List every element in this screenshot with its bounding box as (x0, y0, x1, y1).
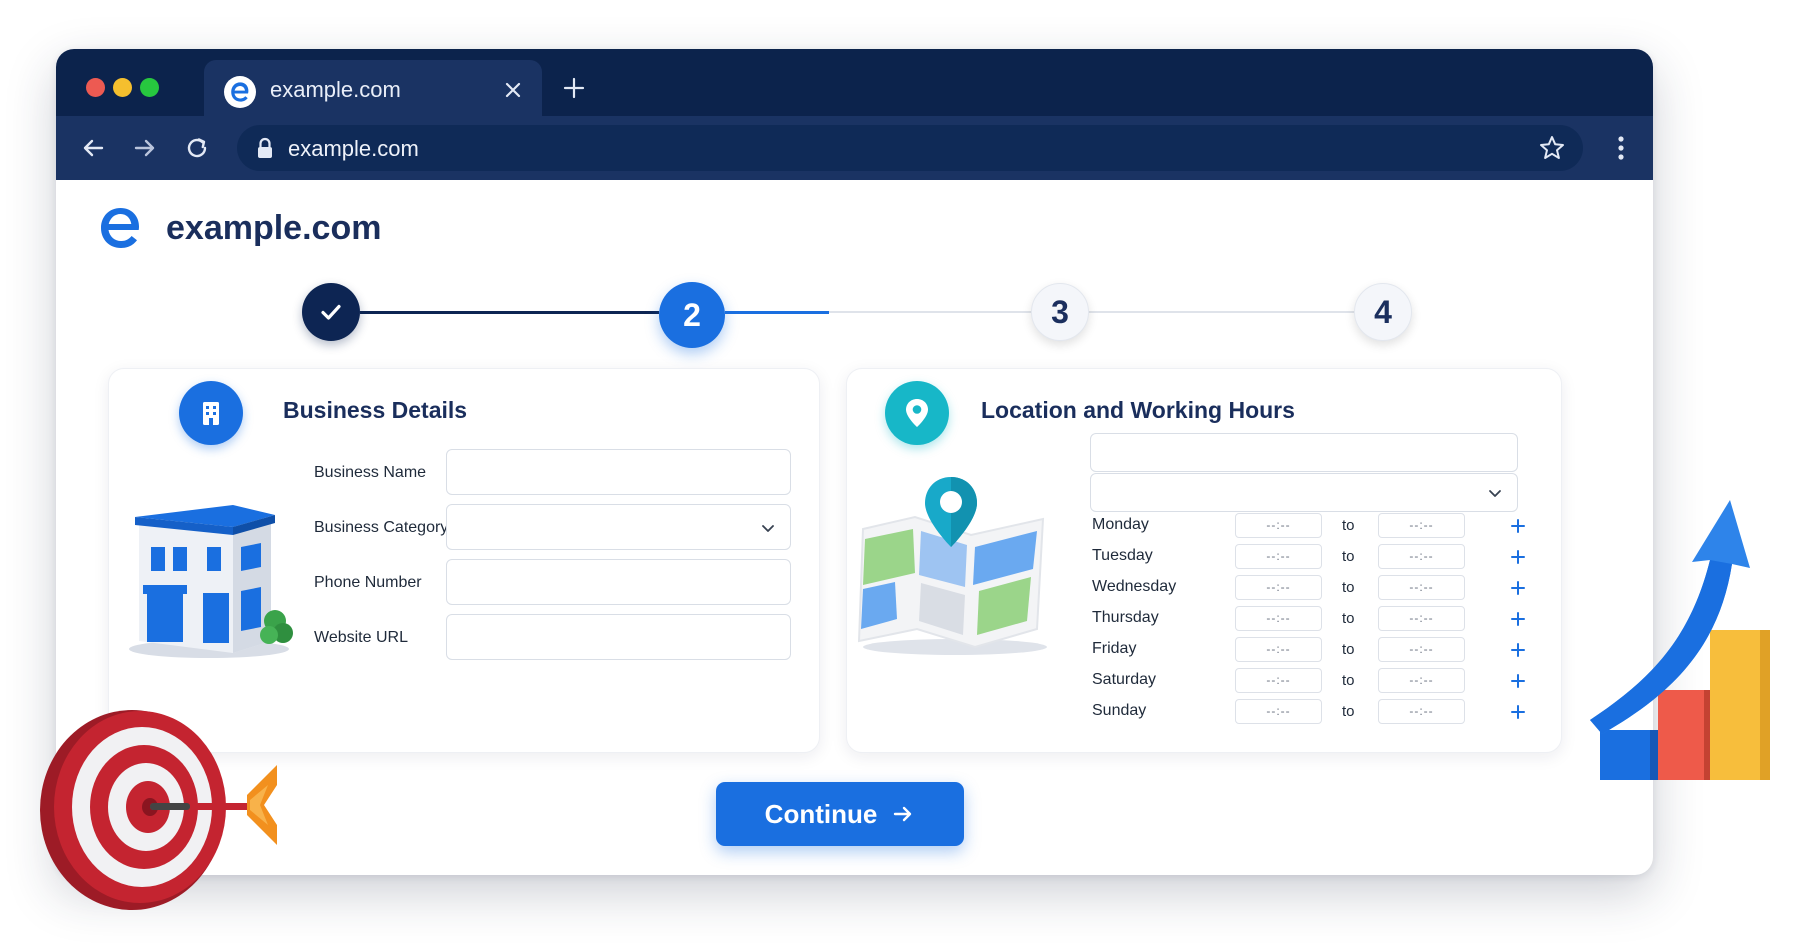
close-time-input[interactable]: --:-- (1378, 606, 1465, 631)
add-hours-icon[interactable] (1511, 674, 1525, 688)
add-hours-icon[interactable] (1511, 705, 1525, 719)
to-label: to (1342, 579, 1355, 596)
step-connector-completed (360, 311, 659, 314)
to-label: to (1342, 610, 1355, 627)
to-label: to (1342, 672, 1355, 689)
open-time-input[interactable]: --:-- (1235, 513, 1322, 538)
lock-icon (258, 137, 272, 158)
close-window-button[interactable] (86, 78, 105, 97)
chevron-down-icon (1489, 490, 1501, 497)
day-label: Saturday (1092, 671, 1157, 688)
favicon-icon (224, 76, 256, 108)
day-label: Tuesday (1092, 547, 1153, 564)
target-dart-icon (40, 710, 277, 910)
close-tab-icon[interactable] (498, 75, 528, 105)
checkmark-icon (321, 304, 341, 320)
step-1-completed[interactable] (302, 283, 360, 341)
close-time-input[interactable]: --:-- (1378, 637, 1465, 662)
add-hours-icon[interactable] (1511, 612, 1525, 626)
location-pin-icon (885, 381, 949, 445)
continue-button[interactable]: Continue (716, 782, 964, 846)
day-label: Thursday (1092, 609, 1159, 626)
site-name: example.com (166, 209, 382, 247)
step-3[interactable]: 3 (1031, 283, 1089, 341)
business-category-label: Business Category (314, 519, 449, 536)
reload-icon[interactable] (182, 133, 212, 163)
open-time-input[interactable]: --:-- (1235, 699, 1322, 724)
close-time-input[interactable]: --:-- (1378, 513, 1465, 538)
add-hours-icon[interactable] (1511, 519, 1525, 533)
tab-title: example.com (270, 77, 401, 102)
forward-arrow-icon[interactable] (130, 133, 160, 163)
phone-number-label: Phone Number (314, 574, 422, 591)
growth-chart-icon (1590, 500, 1770, 780)
to-label: to (1342, 703, 1355, 720)
open-time-input[interactable]: --:-- (1235, 544, 1322, 569)
to-label: to (1342, 641, 1355, 658)
day-label: Sunday (1092, 702, 1147, 719)
url-text: example.com (288, 136, 419, 161)
step-connector-pending (829, 311, 1031, 313)
browser-menu-icon[interactable] (1617, 133, 1625, 163)
close-time-input[interactable]: --:-- (1378, 699, 1465, 724)
browser-tab[interactable]: example.com (204, 60, 542, 120)
close-time-input[interactable]: --:-- (1378, 544, 1465, 569)
close-time-input[interactable]: --:-- (1378, 668, 1465, 693)
business-category-select[interactable] (446, 504, 791, 550)
phone-number-input[interactable] (446, 559, 791, 605)
add-hours-icon[interactable] (1511, 581, 1525, 595)
step-4[interactable]: 4 (1354, 283, 1412, 341)
bookmark-star-icon[interactable] (1537, 133, 1567, 163)
add-hours-icon[interactable] (1511, 643, 1525, 657)
address-input[interactable] (1090, 433, 1518, 472)
step-connector-progress (725, 311, 829, 314)
business-name-input[interactable] (446, 449, 791, 495)
site-logo-icon (101, 208, 140, 248)
day-label: Monday (1092, 516, 1149, 533)
chevron-down-icon (762, 525, 774, 532)
website-url-label: Website URL (314, 629, 408, 646)
website-url-input[interactable] (446, 614, 791, 660)
arrow-right-icon (894, 806, 912, 822)
business-details-panel: Business Details Business Name Business … (108, 368, 820, 753)
building-illustration-icon (129, 505, 293, 658)
to-label: to (1342, 517, 1355, 534)
to-label: to (1342, 548, 1355, 565)
day-label: Wednesday (1092, 578, 1177, 595)
new-tab-icon[interactable] (559, 73, 589, 103)
step-connector-pending (1089, 311, 1354, 313)
close-time-input[interactable]: --:-- (1378, 575, 1465, 600)
browser-window: example.com example.com example.com 2 3 … (56, 49, 1653, 875)
location-hours-title: Location and Working Hours (981, 397, 1295, 423)
minimize-window-button[interactable] (113, 78, 132, 97)
step-2-active[interactable]: 2 (659, 282, 725, 348)
business-name-label: Business Name (314, 464, 427, 481)
browser-toolbar: example.com (56, 116, 1653, 180)
maximize-window-button[interactable] (140, 78, 159, 97)
add-hours-icon[interactable] (1511, 550, 1525, 564)
location-dropdown[interactable] (1090, 473, 1518, 512)
building-icon (179, 381, 243, 445)
open-time-input[interactable]: --:-- (1235, 606, 1322, 631)
back-arrow-icon[interactable] (78, 133, 108, 163)
address-bar[interactable]: example.com (237, 125, 1583, 171)
map-illustration-icon (857, 477, 1047, 655)
open-time-input[interactable]: --:-- (1235, 668, 1322, 693)
open-time-input[interactable]: --:-- (1235, 575, 1322, 600)
business-details-title: Business Details (283, 397, 468, 423)
browser-titlebar: example.com (56, 49, 1653, 120)
continue-button-label: Continue (764, 798, 878, 829)
open-time-input[interactable]: --:-- (1235, 637, 1322, 662)
day-label: Friday (1092, 640, 1137, 657)
location-hours-panel: Location and Working Hours Monday --:-- (846, 368, 1562, 753)
